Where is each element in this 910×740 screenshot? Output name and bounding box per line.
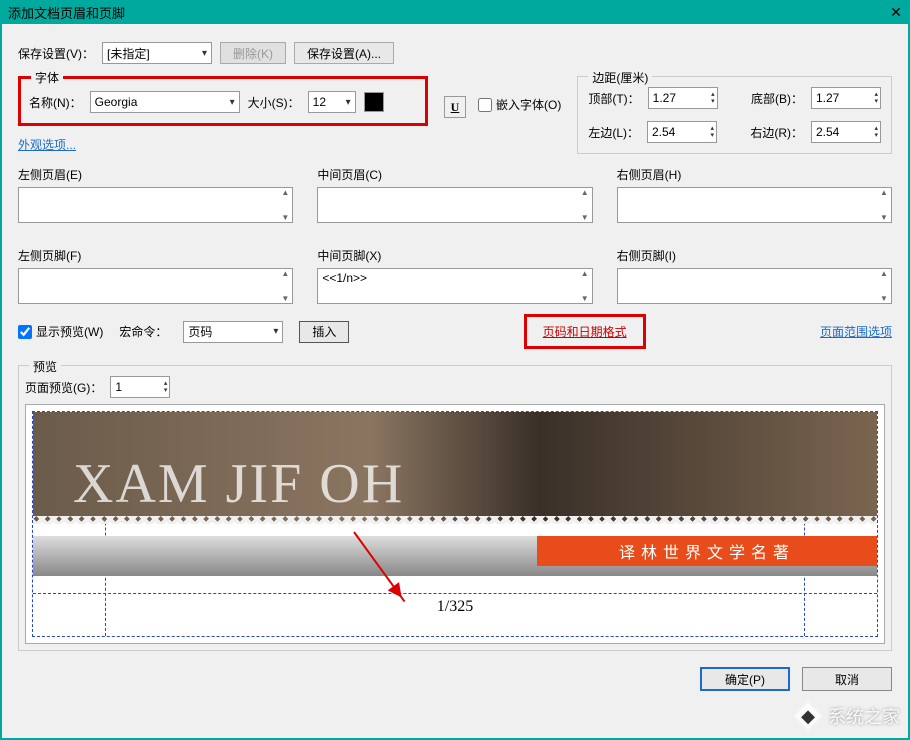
font-size-label: 大小(S)： [248, 94, 300, 111]
preview-legend: 预览 [29, 358, 61, 375]
left-footer-label: 左侧页脚(F) [18, 247, 293, 264]
scroll-icon[interactable]: ▲▼ [877, 269, 891, 303]
window-title: 添加文档页眉和页脚 [8, 3, 125, 22]
preview-page-label: 页面预览(G)： [25, 379, 102, 396]
embed-font-input[interactable] [478, 98, 492, 112]
scroll-icon[interactable]: ▲▼ [278, 269, 292, 303]
save-settings-row: 保存设置(V)： [未指定] 删除(K) 保存设置(A)... [18, 42, 892, 64]
center-footer-label: 中间页脚(X) [317, 247, 592, 264]
font-name-dropdown[interactable]: Georgia [90, 91, 240, 113]
margin-top-label: 顶部(T)： [588, 90, 639, 107]
close-icon[interactable]: ✕ [886, 2, 906, 22]
scroll-icon[interactable]: ▲▼ [278, 188, 292, 222]
watermark-logo-icon: ◆ [794, 702, 822, 730]
page-range-link[interactable]: 页面范围选项 [820, 323, 892, 340]
margin-bottom-input[interactable]: 1.27 [811, 87, 881, 109]
preview-canvas: XAM JIF OH 译林世界文学名著 1/325 [25, 404, 885, 644]
preview-page-number: 1/325 [33, 598, 877, 616]
right-header-label: 右侧页眉(H) [617, 166, 892, 183]
margin-left-label: 左边(L)： [588, 124, 639, 141]
scroll-icon[interactable]: ▲▼ [578, 188, 592, 222]
preview-header-text: XAM JIF OH [73, 452, 404, 516]
show-preview-input[interactable] [18, 325, 32, 339]
left-footer-input[interactable]: ▲▼ [18, 268, 293, 304]
scroll-icon[interactable]: ▲▼ [578, 269, 592, 303]
font-fieldset: 字体 名称(N)： Georgia 大小(S)： 12 [18, 76, 428, 126]
preview-page-input[interactable]: 1 [110, 376, 170, 398]
save-preset-dropdown[interactable]: [未指定] [102, 42, 212, 64]
embed-font-checkbox[interactable]: 嵌入字体(O) [478, 96, 561, 113]
margin-left-input[interactable]: 2.54 [647, 121, 717, 143]
left-header-input[interactable]: ▲▼ [18, 187, 293, 223]
macro-dropdown[interactable]: 页码 [183, 321, 283, 343]
margins-fieldset: 边距(厘米) 顶部(T)： 1.27 底部(B)： 1.27 左边(L)： 2.… [577, 76, 892, 154]
macro-label: 宏命令： [119, 323, 167, 340]
margins-legend: 边距(厘米) [588, 69, 652, 86]
preview-fieldset: 预览 页面预览(G)： 1 XAM JIF OH 译林世界 [18, 365, 892, 651]
center-header-input[interactable]: ▲▼ [317, 187, 592, 223]
ok-button[interactable]: 确定(P) [700, 667, 790, 691]
delete-button: 删除(K) [220, 42, 286, 64]
margin-right-label: 右边(R)： [750, 124, 803, 141]
right-header-input[interactable]: ▲▼ [617, 187, 892, 223]
center-header-label: 中间页眉(C) [317, 166, 592, 183]
show-preview-checkbox[interactable]: 显示预览(W) [18, 323, 103, 340]
insert-button[interactable]: 插入 [299, 321, 349, 343]
left-header-label: 左侧页眉(E) [18, 166, 293, 183]
right-footer-label: 右侧页脚(I) [617, 247, 892, 264]
font-name-label: 名称(N)： [29, 94, 82, 111]
titlebar: 添加文档页眉和页脚 ✕ [0, 0, 910, 24]
font-legend: 字体 [31, 69, 63, 86]
save-settings-label: 保存设置(V)： [18, 45, 94, 62]
site-watermark: ◆ 系统之家 [794, 702, 900, 730]
margin-bottom-label: 底部(B)： [751, 90, 803, 107]
margin-top-input[interactable]: 1.27 [648, 87, 718, 109]
cancel-button[interactable]: 取消 [802, 667, 892, 691]
scroll-icon[interactable]: ▲▼ [877, 188, 891, 222]
right-footer-input[interactable]: ▲▼ [617, 268, 892, 304]
preview-red-band: 译林世界文学名著 [537, 536, 877, 566]
underline-button[interactable]: U [444, 96, 466, 118]
font-color-swatch[interactable] [364, 92, 384, 112]
page-date-format-link[interactable]: 页码和日期格式 [543, 325, 627, 339]
margin-right-input[interactable]: 2.54 [811, 121, 881, 143]
appearance-link[interactable]: 外观选项... [18, 136, 428, 153]
save-as-button[interactable]: 保存设置(A)... [294, 42, 394, 64]
font-size-dropdown[interactable]: 12 [308, 91, 356, 113]
center-footer-input[interactable]: <<1/n>> ▲▼ [317, 268, 592, 304]
